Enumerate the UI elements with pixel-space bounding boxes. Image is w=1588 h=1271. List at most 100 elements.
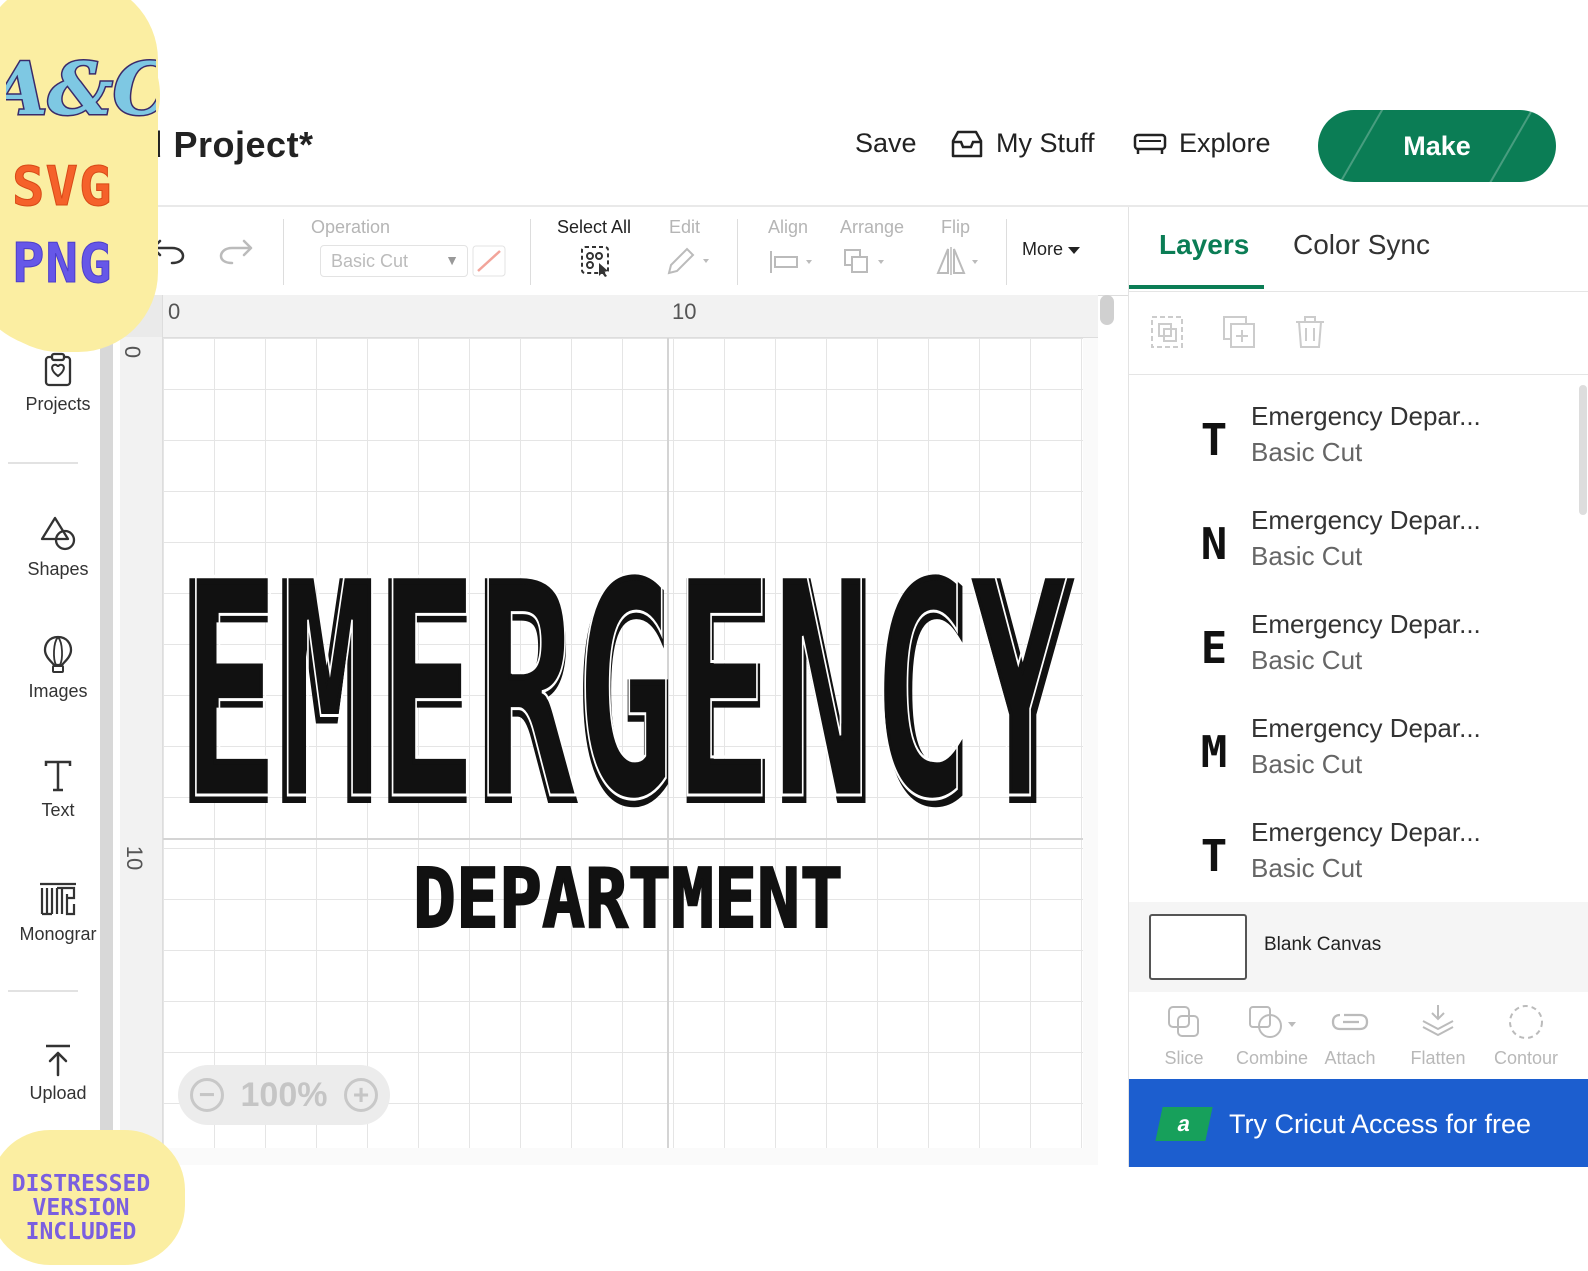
design-artwork[interactable]: EMERGENCY EMERGENCY DEPARTMENT	[170, 495, 1080, 955]
layer-row[interactable]: T Emergency Depar... Basic Cut	[1129, 801, 1569, 905]
edit-pencil-icon[interactable]	[665, 245, 713, 277]
operation-label: Operation	[311, 217, 391, 237]
zoom-out-button[interactable]: −	[190, 1078, 224, 1112]
contour-button[interactable]: Contour	[1481, 1002, 1571, 1069]
toolbar-divider	[530, 219, 531, 285]
explore-label: Explore	[1179, 128, 1271, 158]
layers-panel: Layers Color Sync T Emergency Depar... B…	[1128, 207, 1588, 1167]
sidebar-divider	[8, 990, 78, 992]
svg-text:N: N	[1201, 519, 1228, 567]
layer-operation: Basic Cut	[1251, 645, 1363, 675]
flip-label: Flip	[941, 217, 971, 237]
align-label: Align	[768, 217, 809, 237]
more-label: More	[1022, 239, 1064, 259]
flatten-icon	[1393, 1002, 1483, 1042]
blank-canvas-thumbnail	[1149, 914, 1247, 980]
layer-row[interactable]: N Emergency Depar... Basic Cut	[1129, 489, 1569, 593]
active-tab-indicator	[1129, 285, 1264, 289]
sidebar-item-upload[interactable]: Upload	[0, 1043, 116, 1104]
arrange-icon[interactable]	[842, 247, 892, 277]
blank-canvas-row[interactable]: Blank Canvas	[1129, 902, 1588, 992]
access-logo-icon: a	[1155, 1107, 1213, 1141]
align-icon[interactable]	[768, 249, 818, 275]
slice-button[interactable]: Slice	[1139, 1002, 1229, 1069]
arrange-label: Arrange	[840, 217, 905, 237]
combine-label: Combine	[1235, 1048, 1309, 1068]
blank-canvas-label: Blank Canvas	[1264, 934, 1382, 955]
zoom-level: 100%	[240, 1075, 328, 1114]
sidebar-item-images[interactable]: Images	[0, 635, 116, 702]
zoom-in-button[interactable]: +	[344, 1078, 378, 1112]
layer-name: Emergency Depar...	[1251, 817, 1481, 847]
svg-text:T: T	[1201, 415, 1228, 463]
layers-scrollbar[interactable]	[1579, 385, 1587, 515]
canvas-scrollbar[interactable]	[1100, 295, 1114, 325]
layer-row[interactable]: T Emergency Depar... Basic Cut	[1129, 385, 1569, 489]
operation-select[interactable]: Basic Cut ▼	[320, 245, 468, 277]
ruler-left: 0 10	[120, 295, 163, 1165]
contour-label: Contour	[1493, 1048, 1559, 1068]
operation-value: Basic Cut	[331, 250, 409, 271]
toolbar-divider	[1006, 219, 1007, 285]
sidebar-item-monogram[interactable]: Monograr	[0, 880, 116, 945]
layer-row[interactable]: M Emergency Depar... Basic Cut	[1129, 697, 1569, 801]
attach-button[interactable]: Attach	[1305, 1002, 1395, 1069]
my-stuff-button[interactable]: My Stuff	[950, 128, 1095, 159]
sidebar-item-text[interactable]: Text	[0, 758, 116, 821]
tab-color-sync[interactable]: Color Sync	[1293, 229, 1430, 261]
sidebar-label-text: Text	[41, 800, 75, 820]
select-all-label: Select All	[557, 217, 632, 237]
upload-icon	[0, 1043, 116, 1077]
access-banner-text: Try Cricut Access for free	[1229, 1109, 1532, 1139]
attach-label: Attach	[1324, 1048, 1376, 1068]
layer-operation: Basic Cut	[1251, 437, 1363, 467]
chevron-down-icon: ▼	[445, 252, 459, 268]
flatten-label: Flatten	[1410, 1048, 1466, 1068]
sidebar-item-shapes[interactable]: Shapes	[0, 515, 116, 580]
svg-text:E: E	[1201, 623, 1228, 671]
more-menu-button[interactable]: More	[1022, 239, 1081, 260]
cricut-access-banner[interactable]: a Try Cricut Access for free	[1129, 1079, 1588, 1167]
layer-row[interactable]: E Emergency Depar... Basic Cut	[1129, 593, 1569, 697]
shapes-icon	[0, 515, 116, 553]
duplicate-icon[interactable]	[1221, 314, 1257, 350]
flip-icon[interactable]	[934, 245, 984, 277]
svg-text:A&C: A&C	[6, 46, 156, 131]
contour-icon	[1481, 1002, 1571, 1042]
redo-icon[interactable]	[218, 237, 254, 265]
explore-button[interactable]: Explore	[1133, 128, 1271, 159]
layer-thumbnail: E	[1199, 621, 1229, 671]
design-line-department: DEPARTMENT	[413, 852, 843, 947]
save-label: Save	[855, 128, 917, 158]
attach-icon	[1305, 1002, 1395, 1042]
sidebar-label-projects: Projects	[25, 394, 91, 414]
layer-operation: Basic Cut	[1251, 541, 1363, 571]
combine-button[interactable]: Combine	[1227, 1002, 1317, 1069]
make-button[interactable]: Make	[1318, 110, 1556, 182]
toolbar-divider	[283, 219, 284, 285]
ruler-top: 0 10	[120, 295, 1098, 338]
tab-layers[interactable]: Layers	[1159, 229, 1249, 261]
linetype-color-swatch[interactable]	[472, 245, 506, 277]
slice-label: Slice	[1164, 1048, 1204, 1068]
ruler-mark: 10	[122, 845, 148, 871]
select-all-icon[interactable]	[580, 245, 614, 279]
sidebar-label-shapes: Shapes	[27, 559, 89, 579]
save-button[interactable]: Save	[855, 128, 917, 159]
layer-thumbnail: N	[1199, 517, 1229, 567]
projects-icon	[0, 352, 116, 388]
monogram-icon	[0, 880, 116, 918]
layer-thumbnail: T	[1199, 829, 1229, 879]
images-icon	[0, 635, 116, 675]
png-format-badge: PNG	[12, 232, 113, 296]
inbox-icon	[950, 129, 984, 159]
group-icon[interactable]	[1149, 314, 1185, 350]
delete-icon[interactable]	[1293, 314, 1327, 350]
sidebar-scrollbar[interactable]	[100, 325, 113, 1155]
sidebar-label-images: Images	[28, 681, 88, 701]
sidebar-item-projects[interactable]: Projects	[0, 352, 116, 415]
sidebar-label-monogram: Monograr	[19, 924, 97, 944]
my-stuff-label: My Stuff	[996, 128, 1095, 158]
flatten-button[interactable]: Flatten	[1393, 1002, 1483, 1069]
layer-thumbnail: T	[1199, 413, 1229, 463]
